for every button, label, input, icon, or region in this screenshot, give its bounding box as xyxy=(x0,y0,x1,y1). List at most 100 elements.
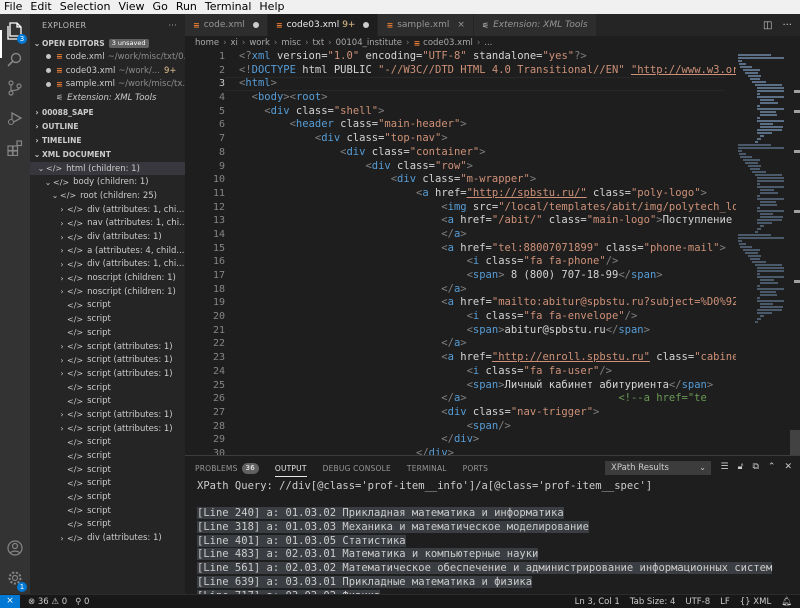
extensions-icon[interactable] xyxy=(5,140,25,160)
chevron-right-icon[interactable]: › xyxy=(57,369,67,378)
open-editor-item[interactable]: ≡ code03.xml ~/work/... 9+ xyxy=(30,64,185,78)
menu-terminal[interactable]: Terminal xyxy=(201,0,256,14)
explorer-icon[interactable]: 3 xyxy=(5,22,27,44)
xml-tree-node[interactable]: › </> div (attributes: 1, chi... xyxy=(30,203,185,217)
unsaved-dot-icon[interactable] xyxy=(46,68,51,74)
more-actions-icon[interactable]: ··· xyxy=(168,21,177,30)
code-line[interactable]: <a href="http://enroll.spbstu.ru" class=… xyxy=(239,351,739,365)
unsaved-dot-icon[interactable] xyxy=(46,81,51,87)
code-line[interactable]: <a href="tel:88007071899" class="phone-m… xyxy=(239,242,739,256)
xml-tree-node[interactable]: </> script xyxy=(30,477,185,491)
encoding[interactable]: UTF-8 xyxy=(685,597,710,607)
code-line[interactable]: </a> xyxy=(239,337,739,351)
menu-run[interactable]: Run xyxy=(172,0,201,14)
account-icon[interactable] xyxy=(5,540,25,560)
xml-tree-node[interactable]: › </> div (attributes: 1) xyxy=(30,531,185,545)
xml-tree-node[interactable]: › </> script (attributes: 1) xyxy=(30,340,185,354)
xml-tree-node[interactable]: </> script xyxy=(30,326,185,340)
code-line[interactable]: <i class="fa fa-envelope"/> xyxy=(239,310,739,324)
code-line[interactable]: </a> <!--a href="te xyxy=(239,392,739,406)
code-line[interactable]: <i class="fa fa-phone"/> xyxy=(239,255,739,269)
run-debug-icon[interactable] xyxy=(5,110,25,130)
menu-help[interactable]: Help xyxy=(255,0,288,14)
settings-gear-icon[interactable]: 1 xyxy=(5,570,27,592)
unsaved-dot-icon[interactable] xyxy=(252,22,259,28)
cursor-position[interactable]: Ln 3, Col 1 xyxy=(575,597,620,607)
xml-tree-node[interactable]: › </> noscript (children: 1) xyxy=(30,271,185,285)
xml-tree-node[interactable]: </> script xyxy=(30,504,185,518)
xml-tree-node[interactable]: ⌄ </> html (children: 1) xyxy=(30,161,185,176)
code-line[interactable]: <a href="/abit/" class="main-logo">Посту… xyxy=(239,214,739,228)
timeline-section[interactable]: › TIMELINE xyxy=(30,134,185,148)
panel-tab-debug-console[interactable]: DEBUG CONSOLE xyxy=(323,456,391,480)
code-line[interactable]: <header class="main-header"> xyxy=(239,118,739,132)
more-actions-icon[interactable]: ··· xyxy=(782,20,792,31)
chevron-right-icon[interactable]: › xyxy=(57,274,67,283)
xml-tree-node[interactable]: › </> script (attributes: 1) xyxy=(30,422,185,436)
panel-tab-ports[interactable]: PORTS xyxy=(463,456,488,480)
menu-selection[interactable]: Selection xyxy=(56,0,115,14)
xml-tree-node[interactable]: › </> script (attributes: 1) xyxy=(30,353,185,367)
open-editor-item[interactable]: ≡ sample.xml ~/work/misc/tx... xyxy=(30,77,185,91)
tab-extension-xml-tools[interactable]: ⚟ Extension: XML Tools xyxy=(473,14,597,36)
menu-view[interactable]: View xyxy=(114,0,148,14)
code-line[interactable]: <span>abitur@spbstu.ru</span> xyxy=(239,324,739,338)
breadcrumb-item[interactable]: txt xyxy=(312,38,324,48)
close-icon[interactable]: × xyxy=(457,20,465,30)
outline-section[interactable]: › OUTLINE xyxy=(30,120,185,134)
code-line[interactable]: <?xml version="1.0" encoding="UTF-8" sta… xyxy=(239,50,739,64)
chevron-right-icon[interactable]: › xyxy=(57,205,67,214)
problems-status[interactable]: ⊗ 36 ⚠ 0 xyxy=(28,597,67,607)
chevron-right-icon[interactable]: › xyxy=(57,287,67,296)
code-line[interactable]: <div class="shell"> xyxy=(239,105,739,119)
code-line[interactable]: <!DOCTYPE html PUBLIC "-//W3C//DTD HTML … xyxy=(239,64,739,78)
sape-section[interactable]: › 00088_SAPE xyxy=(30,106,185,120)
lock-icon[interactable]: 🔓︎ xyxy=(738,462,744,472)
xml-tree-node[interactable]: </> script xyxy=(30,463,185,477)
xml-tree-node[interactable]: › </> div (attributes: 1) xyxy=(30,230,185,244)
chevron-down-icon[interactable]: ⌄ xyxy=(43,178,53,187)
code-line[interactable]: <div class="container"> xyxy=(239,146,739,160)
breadcrumb-item[interactable]: xi xyxy=(231,38,238,48)
code-area[interactable]: <?xml version="1.0" encoding="UTF-8" sta… xyxy=(239,50,739,455)
code-line[interactable]: <a href="http://spbstu.ru/" class="poly-… xyxy=(239,187,739,201)
tab-code-xml[interactable]: ≡ code.xml xyxy=(185,14,268,36)
xml-tree-node[interactable]: </> script xyxy=(30,449,185,463)
source-control-icon[interactable] xyxy=(5,80,25,100)
filter-list-icon[interactable]: ☰ xyxy=(721,462,729,472)
panel-tab-output[interactable]: OUTPUT xyxy=(274,456,307,480)
breadcrumb-item[interactable]: home xyxy=(195,38,219,48)
chevron-right-icon[interactable]: › xyxy=(57,356,67,365)
chevron-right-icon[interactable]: › xyxy=(57,260,67,269)
eol[interactable]: LF xyxy=(720,597,730,607)
code-line[interactable]: </div> xyxy=(239,447,739,455)
xml-document-section[interactable]: ⌄ XML DOCUMENT xyxy=(30,148,185,162)
close-panel-icon[interactable]: ✕ xyxy=(784,462,792,472)
code-line[interactable]: <a href="mailto:abitur@spbstu.ru?subject… xyxy=(239,296,739,310)
xml-tree-node[interactable]: › </> div (attributes: 1, chi... xyxy=(30,258,185,272)
code-line[interactable]: <div class="m-wrapper"> xyxy=(239,173,739,187)
breadcrumb-item[interactable]: ... xyxy=(484,38,492,48)
chevron-down-icon[interactable]: ⌄ xyxy=(36,164,46,173)
open-editor-item[interactable]: ≡ code.xml ~/work/misc/txt/0... xyxy=(30,50,185,64)
code-line[interactable]: <html> xyxy=(239,77,739,91)
breadcrumb-item[interactable]: work xyxy=(249,38,270,48)
code-line[interactable]: <i class="fa fa-user"/> xyxy=(239,365,739,379)
editor-scrollbar[interactable] xyxy=(790,50,800,455)
minimap[interactable] xyxy=(736,50,788,455)
breadcrumb-item[interactable]: misc xyxy=(281,38,301,48)
code-editor[interactable]: 1 2 3 4 5 6 7 8 9 10 11 12 13 14 15 16 17 18 19 20 21 22 23 24 2… xyxy=(185,50,800,455)
tab-sample-xml[interactable]: ≡ sample.xml × xyxy=(378,14,474,36)
xml-tree-node[interactable]: </> script xyxy=(30,394,185,408)
xml-tree-node[interactable]: </> script xyxy=(30,436,185,450)
code-line[interactable]: <span/> xyxy=(239,420,739,434)
xml-tree-node[interactable]: › </> nav (attributes: 1, chi... xyxy=(30,217,185,231)
chevron-right-icon[interactable]: › xyxy=(57,534,67,543)
xml-tree-node[interactable]: › </> noscript (children: 1) xyxy=(30,285,185,299)
chevron-right-icon[interactable]: › xyxy=(57,424,67,433)
ports-status[interactable]: ⚲ 0 xyxy=(75,597,89,607)
xml-tree-node[interactable]: › </> script (attributes: 1) xyxy=(30,367,185,381)
unsaved-dot-icon[interactable] xyxy=(46,54,51,60)
menu-go[interactable]: Go xyxy=(149,0,172,14)
unsaved-dot-icon[interactable] xyxy=(363,22,370,28)
